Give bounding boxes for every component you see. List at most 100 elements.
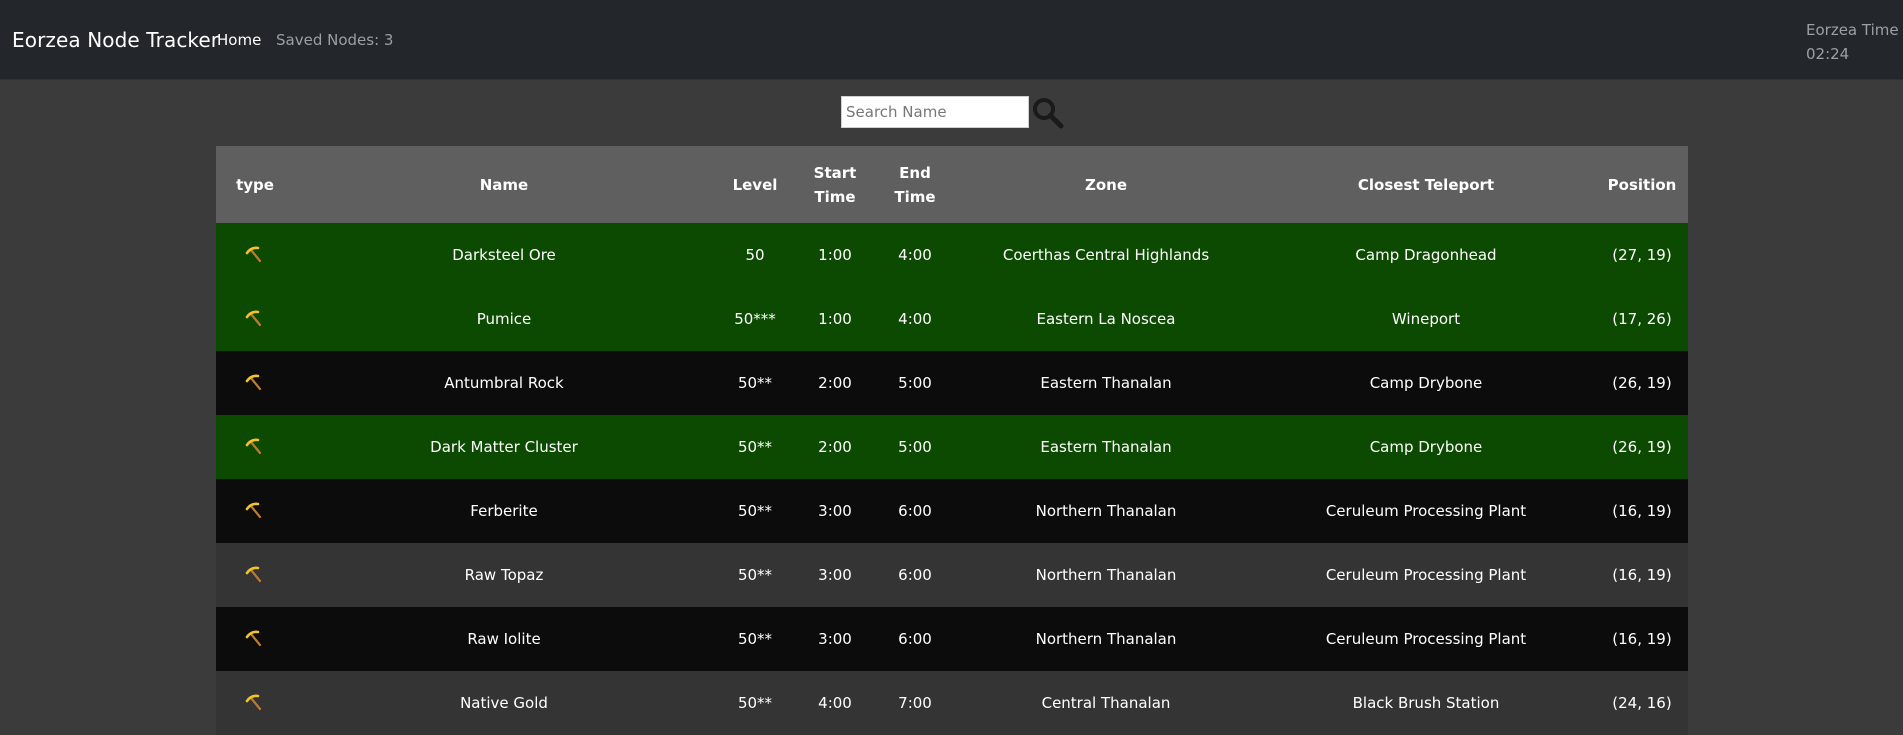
table-row[interactable]: Darksteel Ore 50 1:00 4:00 Coerthas Central … (216, 223, 1688, 287)
table-row[interactable]: Raw Topaz 50** 3:00 6:00 Northern Thanalan Ce… (216, 543, 1688, 607)
cell-position: (17, 26) (1596, 287, 1688, 351)
pickaxe-icon (245, 374, 262, 391)
cell-start: 2:00 (796, 415, 874, 479)
cell-end: 6:00 (874, 607, 956, 671)
pickaxe-icon (245, 694, 262, 711)
cell-zone: Northern Thanalan (956, 543, 1256, 607)
table-row[interactable]: Ferberite 50** 3:00 6:00 Northern Thanalan Ce… (216, 479, 1688, 543)
cell-zone: Eastern Thanalan (956, 351, 1256, 415)
cell-teleport: Wineport (1256, 287, 1596, 351)
cell-start: 1:00 (796, 223, 874, 287)
cell-teleport: Camp Drybone (1256, 415, 1596, 479)
cell-name: Native Gold (294, 671, 714, 735)
header-zone[interactable]: Zone (956, 146, 1256, 223)
eorzea-time-value: 02:24 (1806, 45, 1850, 63)
cell-start: 3:00 (796, 479, 874, 543)
cell-name: Raw Topaz (294, 543, 714, 607)
cell-name: Darksteel Ore (294, 223, 714, 287)
cell-position: (16, 19) (1596, 479, 1688, 543)
cell-teleport: Ceruleum Processing Plant (1256, 543, 1596, 607)
brand-title[interactable]: Eorzea Node Tracker (12, 28, 219, 52)
pickaxe-icon (245, 502, 262, 519)
nav-home-link[interactable]: Home (217, 31, 261, 49)
pickaxe-icon (245, 246, 262, 263)
table-row[interactable]: Native Gold 50** 4:00 7:00 Central Thanalan B… (216, 671, 1688, 735)
cell-teleport: Camp Drybone (1256, 351, 1596, 415)
cell-teleport: Camp Dragonhead (1256, 223, 1596, 287)
cell-teleport: Ceruleum Processing Plant (1256, 479, 1596, 543)
cell-end: 7:00 (874, 671, 956, 735)
cell-end: 6:00 (874, 479, 956, 543)
cell-zone: Northern Thanalan (956, 479, 1256, 543)
cell-start: 2:00 (796, 351, 874, 415)
header-position[interactable]: Position (1596, 146, 1688, 223)
navbar: Eorzea Node Tracker Home Saved Nodes: 3 … (0, 0, 1903, 80)
header-name[interactable]: Name (294, 146, 714, 223)
cell-level: 50** (714, 479, 796, 543)
table-row[interactable]: Antumbral Rock 50** 2:00 5:00 Eastern Thanal… (216, 351, 1688, 415)
cell-level: 50*** (714, 287, 796, 351)
header-end-time-label: End Time (894, 163, 936, 206)
search-button[interactable] (1031, 96, 1065, 130)
cell-teleport: Ceruleum Processing Plant (1256, 607, 1596, 671)
cell-zone: Eastern Thanalan (956, 415, 1256, 479)
cell-position: (24, 16) (1596, 671, 1688, 735)
cell-level: 50** (714, 351, 796, 415)
cell-end: 6:00 (874, 543, 956, 607)
cell-name: Dark Matter Cluster (294, 415, 714, 479)
header-end-time[interactable]: End Time (874, 146, 956, 223)
cell-end: 4:00 (874, 223, 956, 287)
cell-end: 5:00 (874, 351, 956, 415)
cell-name: Ferberite (294, 479, 714, 543)
cell-level: 50** (714, 543, 796, 607)
type-cell (216, 479, 294, 543)
cell-start: 3:00 (796, 543, 874, 607)
table-header-row: type Name Level Start Time End Time Zone… (216, 146, 1688, 223)
eorzea-time: Eorzea Time 02:24 (1806, 18, 1899, 66)
pickaxe-icon (245, 566, 262, 583)
table-row[interactable]: Pumice 50*** 1:00 4:00 Eastern La Noscea Wine… (216, 287, 1688, 351)
cell-position: (27, 19) (1596, 223, 1688, 287)
table-row[interactable]: Raw Iolite 50** 3:00 6:00 Northern Thanalan C… (216, 607, 1688, 671)
header-closest-teleport[interactable]: Closest Teleport (1256, 146, 1596, 223)
cell-position: (26, 19) (1596, 351, 1688, 415)
cell-level: 50** (714, 415, 796, 479)
header-start-time-label: Start Time (813, 163, 857, 206)
type-cell (216, 543, 294, 607)
table-row[interactable]: Dark Matter Cluster 50** 2:00 5:00 Eastern T… (216, 415, 1688, 479)
cell-start: 4:00 (796, 671, 874, 735)
cell-zone: Central Thanalan (956, 671, 1256, 735)
cell-position: (16, 19) (1596, 607, 1688, 671)
eorzea-time-label: Eorzea Time (1806, 21, 1899, 39)
search-input[interactable] (841, 96, 1029, 128)
cell-level: 50** (714, 607, 796, 671)
cell-end: 4:00 (874, 287, 956, 351)
header-type[interactable]: type (216, 146, 294, 223)
cell-zone: Eastern La Noscea (956, 287, 1256, 351)
cell-position: (16, 19) (1596, 543, 1688, 607)
cell-zone: Northern Thanalan (956, 607, 1256, 671)
cell-name: Antumbral Rock (294, 351, 714, 415)
nav-saved-nodes-link[interactable]: Saved Nodes: 3 (276, 31, 393, 49)
cell-level: 50** (714, 671, 796, 735)
cell-zone: Coerthas Central Highlands (956, 223, 1256, 287)
pickaxe-icon (245, 438, 262, 455)
cell-name: Raw Iolite (294, 607, 714, 671)
cell-position: (26, 19) (1596, 415, 1688, 479)
nodes-table: type Name Level Start Time End Time Zone… (216, 146, 1688, 735)
cell-name: Pumice (294, 287, 714, 351)
cell-start: 3:00 (796, 607, 874, 671)
type-cell (216, 223, 294, 287)
cell-end: 5:00 (874, 415, 956, 479)
type-cell (216, 287, 294, 351)
header-start-time[interactable]: Start Time (796, 146, 874, 223)
type-cell (216, 351, 294, 415)
pickaxe-icon (245, 310, 262, 327)
type-cell (216, 415, 294, 479)
cell-teleport: Black Brush Station (1256, 671, 1596, 735)
type-cell (216, 607, 294, 671)
pickaxe-icon (245, 630, 262, 647)
header-level[interactable]: Level (714, 146, 796, 223)
cell-start: 1:00 (796, 287, 874, 351)
cell-level: 50 (714, 223, 796, 287)
